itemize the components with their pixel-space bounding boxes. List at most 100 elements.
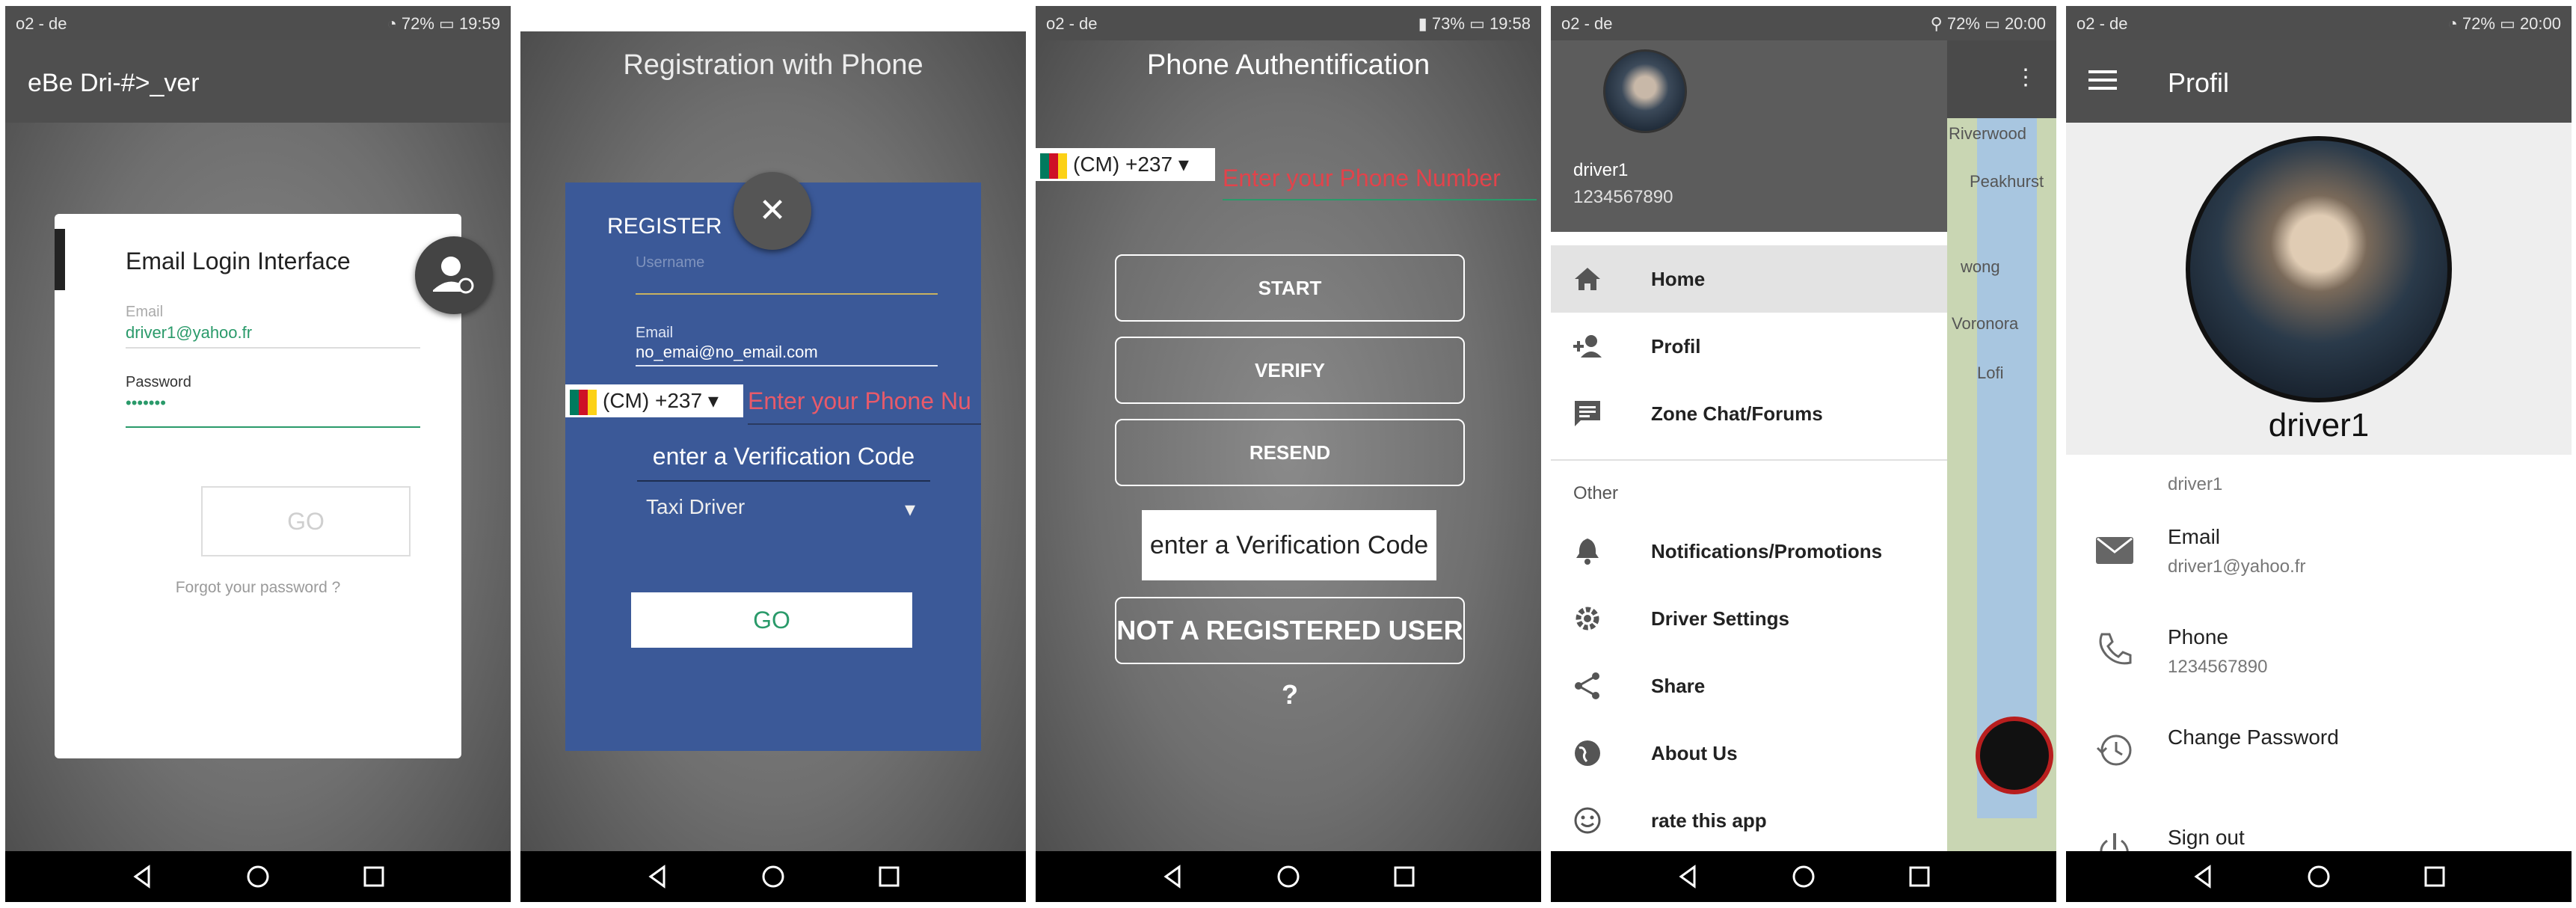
drawer-item-profil[interactable]: Profil: [1551, 313, 1947, 380]
battery-icon: ▭: [2500, 14, 2520, 33]
go-button[interactable]: GO: [201, 486, 411, 556]
phone-row[interactable]: Phone 1234567890: [2066, 618, 2572, 708]
drawer-item-share[interactable]: Share: [1551, 652, 1947, 720]
page-title: Profil: [2168, 67, 2230, 98]
wifi-icon: ◔: [2447, 14, 2462, 33]
sign-out-row[interactable]: Sign out: [2066, 818, 2572, 854]
drawer-item-label: rate this app: [1651, 809, 1767, 832]
phone-input[interactable]: Enter your Phone Nu: [748, 387, 981, 415]
nav-bar: [1036, 851, 1541, 902]
drawer-item-rate[interactable]: rate this app: [1551, 787, 1947, 854]
email-field[interactable]: no_emai@no_email.com: [636, 343, 818, 362]
status-right: ◔ 72% ▭ 20:00: [2447, 14, 2561, 34]
status-time: 19:58: [1489, 14, 1531, 33]
page-title: Phone Authentification: [1146, 49, 1430, 81]
status-time: 19:59: [458, 14, 500, 33]
drawer-divider: [1551, 459, 1947, 461]
back-icon[interactable]: [2190, 864, 2216, 889]
phone-underline: [1223, 199, 1537, 200]
profile-name: driver1: [2268, 407, 2370, 444]
back-icon[interactable]: [645, 864, 670, 889]
go-button[interactable]: GO: [631, 592, 912, 648]
drawer-item-label: Driver Settings: [1651, 607, 1789, 630]
forgot-password-link[interactable]: Forgot your password ?: [55, 579, 461, 597]
drawer-item-about[interactable]: About Us: [1551, 720, 1947, 787]
resend-button[interactable]: RESEND: [1115, 419, 1465, 486]
home-icon[interactable]: [1791, 864, 1816, 889]
start-button[interactable]: START: [1115, 254, 1465, 322]
card-title: Email Login Interface: [126, 248, 351, 274]
add-person-icon: [1573, 335, 1602, 358]
avatar[interactable]: [1603, 49, 1687, 133]
home-icon[interactable]: [2306, 864, 2331, 889]
drawer-user-phone: 1234567890: [1573, 187, 1673, 207]
login-screen: o2 - de ◔ 72% ▭ 19:59 eBe Dri-#>_ver Ema…: [5, 6, 511, 902]
phone-input[interactable]: Enter your Phone Number: [1223, 165, 1537, 192]
country-code-select[interactable]: (CM) +237 ▾: [1036, 148, 1215, 181]
recent-apps-icon[interactable]: [1392, 864, 1417, 889]
recent-apps-icon[interactable]: [361, 864, 387, 889]
home-icon[interactable]: [245, 864, 271, 889]
email-row[interactable]: Email driver1@yahoo.fr: [2066, 518, 2572, 607]
back-icon[interactable]: [1160, 864, 1185, 889]
password-field[interactable]: •••••••: [126, 393, 166, 413]
drawer-item-settings[interactable]: Driver Settings: [1551, 585, 1947, 652]
home-icon[interactable]: [1276, 864, 1301, 889]
recent-apps-icon[interactable]: [1907, 864, 1932, 889]
recent-apps-icon[interactable]: [876, 864, 902, 889]
status-carrier: o2 - de: [16, 14, 67, 33]
menu-icon[interactable]: [2088, 67, 2117, 93]
navigation-drawer: driver1 1234567890 Home Profil Zone Chat…: [1551, 40, 1947, 851]
more-options-icon[interactable]: ⋮: [2014, 64, 2037, 91]
status-right: ◔ 72% ▭ 19:59: [387, 14, 500, 34]
add-user-button[interactable]: [415, 236, 493, 314]
verification-code-input[interactable]: enter a Verification Code: [637, 443, 930, 470]
drawer-item-notifications[interactable]: Notifications/Promotions: [1551, 518, 1947, 585]
not-registered-button[interactable]: NOT A REGISTERED USER ?: [1115, 597, 1465, 710]
email-label: Email: [636, 325, 674, 341]
signal-icon: ▮: [1418, 14, 1432, 33]
dropdown-arrow-icon: ▾: [702, 389, 719, 412]
app-logo[interactable]: [1976, 717, 2053, 794]
nav-bar: [520, 851, 1026, 902]
profile-screen: o2 - de ◔ 72% ▭ 20:00 Profil driver1 dri…: [2066, 6, 2572, 902]
card-accent-bar: [55, 229, 65, 290]
username-input[interactable]: Username: [636, 254, 704, 272]
status-bar: o2 - de ◔ 72% ▭ 19:59: [5, 6, 511, 40]
nav-bar: [5, 851, 511, 902]
battery-icon: ▭: [1469, 14, 1490, 33]
drawer-item-home[interactable]: Home: [1551, 245, 1947, 313]
back-icon[interactable]: [129, 864, 155, 889]
phone-value: 1234567890: [2168, 657, 2268, 677]
map-label: wong: [1961, 257, 2000, 276]
drawer-item-chat[interactable]: Zone Chat/Forums: [1551, 380, 1947, 447]
drawer-screen: o2 - de ⚲ 72% ▭ 20:00 Riverwood Peakhurs…: [1551, 6, 2056, 902]
drawer-item-label: Zone Chat/Forums: [1651, 402, 1823, 425]
chat-icon: [1575, 401, 1600, 426]
home-icon[interactable]: [760, 864, 786, 889]
drawer-item-label: Notifications/Promotions: [1651, 540, 1883, 562]
driver-type-value: Taxi Driver: [646, 495, 746, 518]
cameroon-flag-icon: [1040, 153, 1067, 179]
change-password-row[interactable]: Change Password: [2066, 718, 2572, 808]
verify-button[interactable]: VERIFY: [1115, 337, 1465, 404]
battery-level: 73%: [1431, 14, 1465, 33]
country-code-select[interactable]: (CM) +237 ▾: [565, 384, 743, 417]
close-button[interactable]: ✕: [734, 172, 811, 250]
login-card: Email Login Interface Email driver1@yaho…: [55, 214, 461, 758]
recent-apps-icon[interactable]: [2422, 864, 2447, 889]
verification-code-input[interactable]: enter a Verification Code: [1142, 510, 1436, 580]
status-bar: o2 - de ◔ 72% ▭ 20:00: [2066, 6, 2572, 40]
avatar[interactable]: [2186, 136, 2452, 402]
email-field[interactable]: driver1@yahoo.fr: [126, 323, 252, 343]
driver-type-select[interactable]: Taxi Driver ▾: [646, 495, 915, 521]
nav-bar: [2066, 851, 2572, 902]
profile-body: driver1 driver1 Email driver1@yahoo.fr P…: [2066, 123, 2572, 854]
username-value: driver1: [2168, 474, 2223, 494]
back-icon[interactable]: [1675, 864, 1700, 889]
gear-icon: [1576, 607, 1599, 631]
phone-underline: [748, 423, 981, 425]
share-icon: [1575, 672, 1599, 699]
email-value: driver1@yahoo.fr: [2168, 556, 2306, 577]
mail-icon: [2096, 537, 2133, 564]
